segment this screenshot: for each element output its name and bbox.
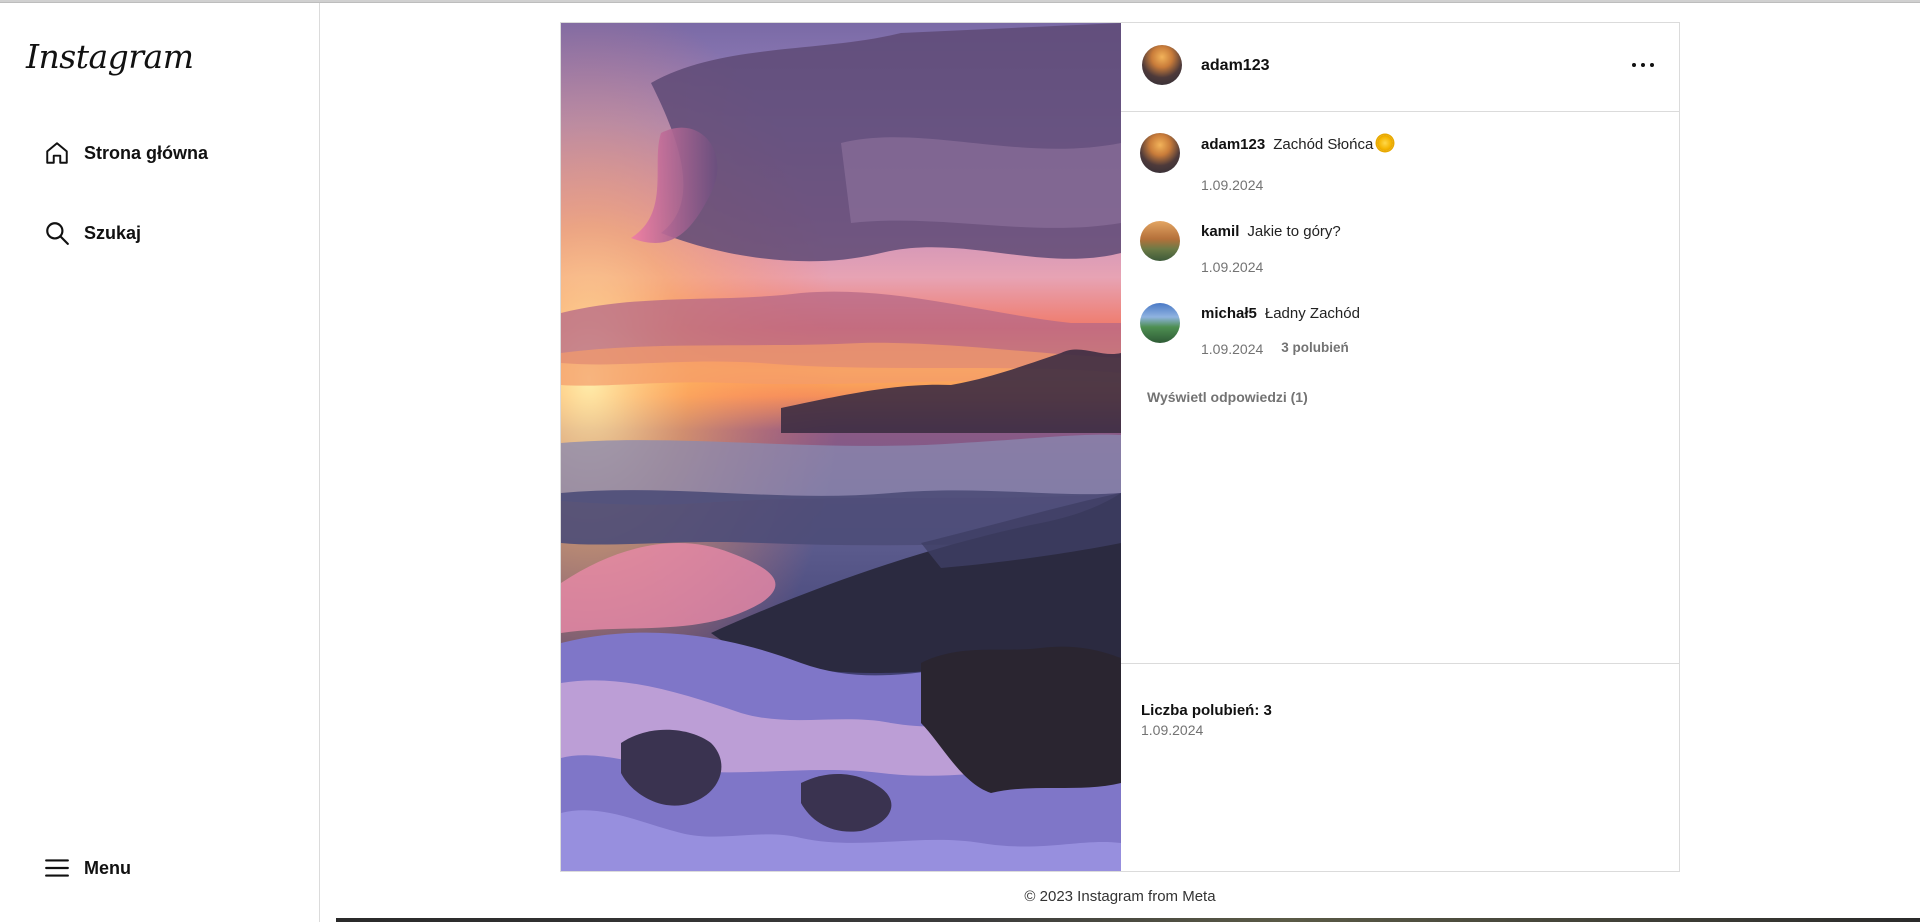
comment-text: kamil Jakie to góry? bbox=[1201, 223, 1341, 240]
comment-body: Ładny Zachód bbox=[1264, 305, 1360, 322]
comment-text: adam123 Zachód Słońca bbox=[1201, 135, 1394, 153]
sidebar-menu-button[interactable]: Menu bbox=[42, 848, 131, 888]
sidebar: Instagram Strona główna Szukaj Menu bbox=[0, 3, 320, 922]
comment-username[interactable]: adam123 bbox=[1201, 136, 1265, 153]
comment-date: 1.09.2024 bbox=[1201, 259, 1264, 275]
post-dialog: adam123 adam123 Zachód Słońca 1.09.2024 k… bbox=[560, 22, 1680, 872]
avatar[interactable] bbox=[1140, 303, 1180, 343]
comment-meta: 1.09.2024 3 polubień bbox=[1201, 340, 1349, 357]
comment-meta: 1.09.2024 bbox=[1201, 259, 1263, 275]
more-options-icon[interactable] bbox=[1627, 51, 1659, 79]
page-footer: © 2023 Instagram from Meta bbox=[1024, 888, 1216, 905]
comment-date: 1.09.2024 bbox=[1201, 341, 1264, 357]
menu-label: Menu bbox=[84, 857, 131, 878]
post-header: adam123 bbox=[1121, 23, 1679, 112]
post-date: 1.09.2024 bbox=[1141, 722, 1204, 738]
sidebar-item-search[interactable]: Szukaj bbox=[42, 213, 141, 253]
comments-list: adam123 Zachód Słońca 1.09.2024 kamil Jaki… bbox=[1121, 113, 1679, 663]
likes-count[interactable]: Liczba polubień: 3 bbox=[1141, 702, 1272, 719]
hamburger-menu-icon bbox=[42, 853, 72, 883]
home-icon bbox=[42, 138, 72, 168]
bottom-preview-strip bbox=[336, 918, 1920, 922]
post-image bbox=[561, 23, 1121, 871]
comment-body: Jakie to góry? bbox=[1247, 223, 1341, 240]
view-replies-button[interactable]: Wyświetl odpowiedzi (1) bbox=[1147, 389, 1308, 405]
post-author-username[interactable]: adam123 bbox=[1201, 57, 1270, 75]
sun-emoji-icon bbox=[1377, 135, 1394, 151]
comment-body: Zachód Słońca bbox=[1273, 136, 1374, 153]
instagram-logo[interactable]: Instagram bbox=[26, 37, 194, 76]
search-icon bbox=[42, 218, 72, 248]
comment-username[interactable]: michał5 bbox=[1201, 305, 1257, 322]
post-sidebar: adam123 adam123 Zachód Słońca 1.09.2024 k… bbox=[1121, 23, 1679, 871]
comment-likes-link[interactable]: 3 polubień bbox=[1281, 340, 1349, 355]
comment-username[interactable]: kamil bbox=[1201, 223, 1239, 240]
sidebar-item-label: Szukaj bbox=[84, 222, 142, 243]
avatar[interactable] bbox=[1140, 221, 1180, 261]
sidebar-item-home[interactable]: Strona główna bbox=[42, 133, 208, 173]
comment-meta: 1.09.2024 bbox=[1201, 177, 1263, 193]
comment-date: 1.09.2024 bbox=[1201, 177, 1264, 193]
avatar[interactable] bbox=[1142, 45, 1182, 85]
sidebar-item-label: Strona główna bbox=[84, 142, 209, 163]
avatar[interactable] bbox=[1140, 133, 1180, 173]
post-footer: Liczba polubień: 3 1.09.2024 bbox=[1121, 663, 1679, 871]
comment-text: michał5 Ładny Zachód bbox=[1201, 305, 1360, 322]
